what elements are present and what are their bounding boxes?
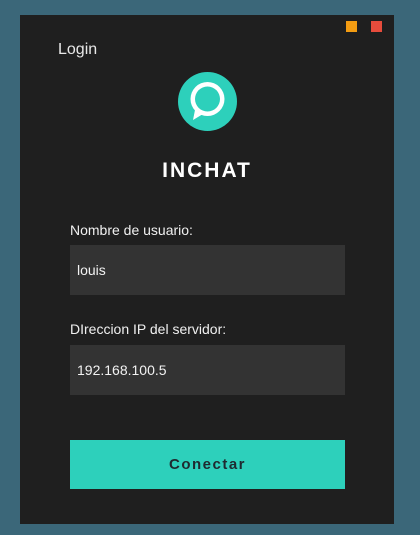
- window-controls: [346, 21, 382, 32]
- username-input[interactable]: [70, 245, 345, 295]
- server-ip-label: DIreccion IP del servidor:: [70, 321, 227, 337]
- connect-button[interactable]: Conectar: [70, 440, 345, 489]
- chat-bubble-icon: [178, 72, 237, 131]
- app-name: INCHAT: [162, 159, 252, 182]
- window-title: Login: [58, 41, 98, 58]
- login-window: Login INCHAT Nombre de usuario: DIreccio…: [20, 15, 394, 524]
- minimize-button[interactable]: [346, 21, 357, 32]
- username-label: Nombre de usuario:: [70, 222, 193, 238]
- server-ip-input[interactable]: [70, 345, 345, 395]
- close-button[interactable]: [371, 21, 382, 32]
